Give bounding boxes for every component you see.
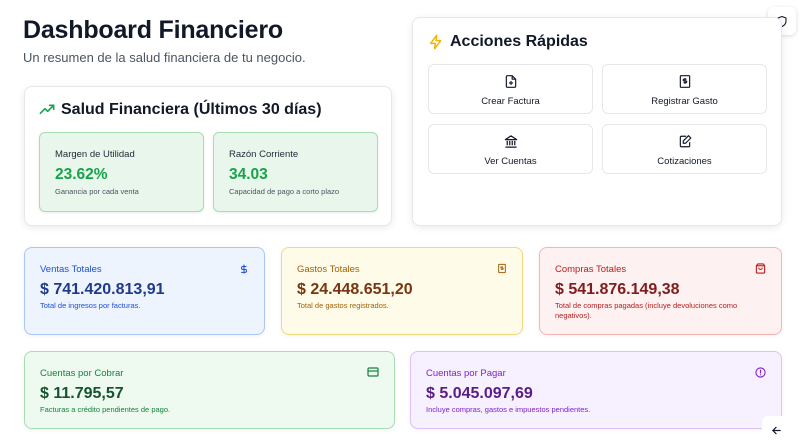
register-expense-label: Registrar Gasto [651, 96, 718, 107]
quotes-label: Cotizaciones [657, 156, 712, 167]
page-title: Dashboard Financiero [23, 16, 283, 44]
current-ratio-metric: Razón Corriente 34.03 Capacidad de pago … [213, 132, 378, 212]
edit-document-icon [679, 135, 691, 148]
metric-label: Margen de Utilidad [55, 149, 135, 160]
stat-label: Compras Totales [555, 264, 627, 275]
stat-label: Gastos Totales [297, 264, 360, 275]
lightning-icon [429, 34, 442, 50]
metric-hint: Capacidad de pago a corto plazo [229, 187, 340, 196]
total-purchases-card: Compras Totales $ 541.876.149,38 Total d… [539, 247, 782, 335]
stat-hint: Total de ingresos por facturas. [40, 301, 141, 310]
trending-up-icon [39, 104, 55, 115]
create-invoice-label: Crear Factura [481, 96, 540, 107]
financial-health-card: Salud Financiera (Últimos 30 días) Marge… [24, 86, 392, 226]
stat-value: $ 741.420.813,91 [40, 281, 165, 298]
stat-label: Ventas Totales [40, 264, 102, 275]
stat-value: $ 24.448.651,20 [297, 281, 413, 298]
total-expenses-card: Gastos Totales $ 24.448.651,20 Total de … [281, 247, 523, 335]
dollar-icon [241, 264, 247, 274]
financial-health-header: Salud Financiera (Últimos 30 días) [39, 101, 322, 119]
metric-hint: Ganancia por cada venta [55, 187, 139, 196]
view-accounts-label: Ver Cuentas [484, 156, 537, 167]
quick-actions-card: Acciones Rápidas Crear Factura Registrar… [412, 17, 782, 226]
receipt-icon [498, 263, 506, 274]
page-subtitle: Un resumen de la salud financiera de tu … [23, 50, 306, 65]
alert-circle-icon [755, 367, 766, 378]
stat-hint: Facturas a crédito pendientes de pago. [40, 405, 171, 414]
accounts-payable-card: Cuentas por Pagar $ 5.045.097,69 Incluye… [410, 351, 782, 429]
arrow-left-icon [771, 426, 781, 434]
stat-value: $ 5.045.097,69 [426, 385, 533, 402]
metric-value: 34.03 [229, 166, 268, 183]
financial-health-title: Salud Financiera (Últimos 30 días) [61, 101, 322, 118]
back-button[interactable] [762, 416, 790, 444]
stat-label: Cuentas por Cobrar [40, 368, 124, 379]
profit-margin-metric: Margen de Utilidad 23.62% Ganancia por c… [39, 132, 204, 212]
shopping-bag-icon [755, 263, 766, 274]
stat-hint: Total de gastos registrados. [297, 301, 389, 310]
bank-icon [504, 135, 517, 148]
create-invoice-button[interactable]: Crear Factura [428, 64, 593, 114]
stat-label: Cuentas por Pagar [426, 368, 506, 379]
file-plus-icon [505, 75, 516, 88]
total-sales-card: Ventas Totales $ 741.420.813,91 Total de… [24, 247, 265, 335]
stat-value: $ 11.795,57 [40, 385, 124, 402]
stat-hint: Total de compras pagadas (incluye devolu… [555, 301, 738, 320]
credit-card-icon [367, 367, 379, 377]
register-expense-button[interactable]: Registrar Gasto [602, 64, 767, 114]
quick-actions-title: Acciones Rápidas [450, 33, 588, 50]
view-accounts-button[interactable]: Ver Cuentas [428, 124, 593, 174]
quotes-button[interactable]: Cotizaciones [602, 124, 767, 174]
quick-actions-header: Acciones Rápidas [428, 33, 588, 51]
stat-value: $ 541.876.149,38 [555, 281, 680, 298]
metric-value: 23.62% [55, 166, 108, 183]
receipt-icon [679, 75, 690, 88]
stat-hint: Incluye compras, gastos e impuestos pend… [426, 405, 591, 414]
accounts-receivable-card: Cuentas por Cobrar $ 11.795,57 Facturas … [24, 351, 395, 429]
metric-label: Razón Corriente [229, 149, 299, 160]
